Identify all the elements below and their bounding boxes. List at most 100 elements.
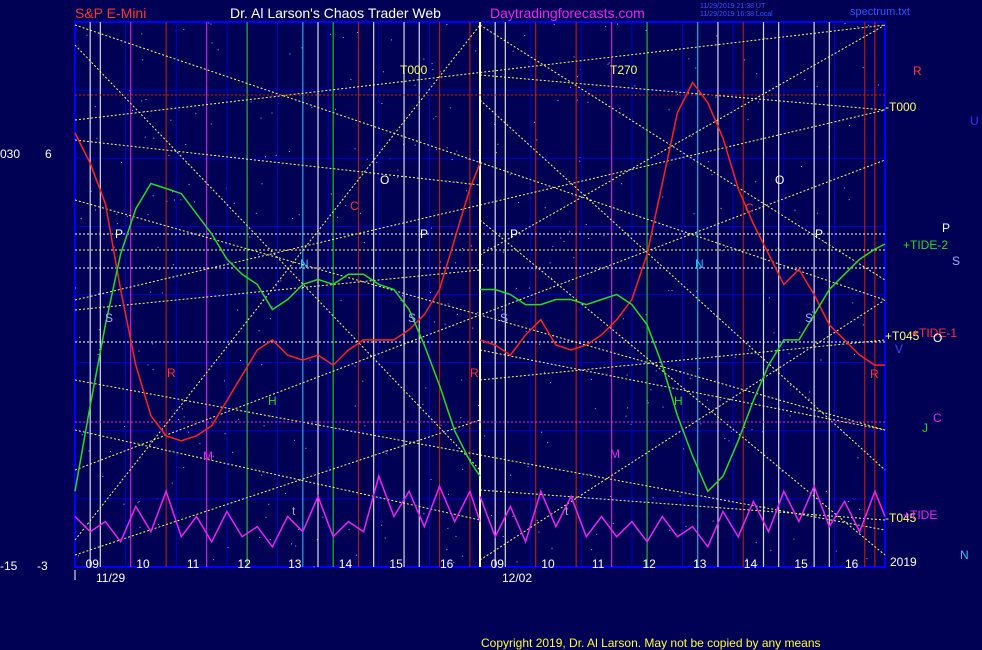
star-dot: [157, 246, 159, 248]
star-dot: [124, 426, 126, 428]
star-dot: [322, 516, 324, 518]
star-dot: [348, 529, 350, 530]
star-dot: [141, 100, 143, 102]
star-dot: [650, 389, 652, 391]
star-dot: [690, 135, 692, 137]
star-dot: [345, 204, 347, 206]
star-dot: [151, 343, 153, 345]
star-dot: [260, 117, 262, 119]
star-dot: [528, 287, 530, 289]
star-dot: [259, 536, 261, 538]
star-dot: [768, 297, 770, 299]
star-dot: [94, 106, 96, 108]
star-dot: [552, 245, 554, 247]
hour-label: 14: [744, 557, 758, 571]
star-dot: [121, 161, 122, 163]
star-dot: [431, 227, 432, 229]
star-dot: [747, 119, 749, 121]
star-dot: [183, 467, 185, 469]
timestamp-local: 11/29/2019 16:38 Local: [700, 11, 773, 18]
star-dot: [801, 166, 802, 168]
star-dot: [626, 374, 628, 376]
planet-label: R: [470, 366, 479, 380]
star-dot: [497, 143, 499, 145]
star-dot: [449, 107, 451, 109]
star-dot: [770, 549, 772, 551]
right-label: +TIDE-2: [903, 238, 948, 252]
star-dot: [524, 35, 526, 37]
star-dot: [75, 287, 77, 289]
star-dot: [268, 503, 270, 505]
star-dot: [587, 101, 589, 103]
hour-label: 09: [86, 557, 100, 571]
star-dot: [509, 174, 511, 176]
left-axis-tick: -15: [0, 559, 18, 573]
star-dot: [668, 109, 670, 111]
star-dot: [173, 199, 175, 201]
star-dot: [719, 399, 721, 401]
star-dot: [138, 501, 140, 502]
star-dot: [789, 415, 791, 417]
star-dot: [721, 250, 723, 252]
left-axis-tick: 6: [45, 147, 52, 161]
star-dot: [126, 215, 128, 217]
star-dot: [576, 99, 578, 101]
right-label: V: [895, 342, 903, 356]
star-dot: [381, 103, 383, 104]
star-dot: [446, 147, 448, 149]
star-dot: [622, 318, 624, 320]
planet-label: M: [610, 447, 620, 461]
star-dot: [553, 23, 555, 25]
left-axis-tick: -3: [37, 559, 48, 573]
star-dot: [510, 474, 512, 476]
star-dot: [384, 450, 386, 452]
star-dot: [490, 515, 492, 517]
star-dot: [706, 399, 708, 401]
right-label: U: [970, 114, 979, 128]
star-dot: [440, 261, 442, 263]
star-dot: [809, 391, 811, 393]
star-dot: [460, 417, 462, 419]
star-dot: [794, 209, 796, 211]
star-dot: [693, 213, 695, 215]
star-dot: [781, 470, 783, 472]
star-dot: [444, 323, 446, 325]
star-dot: [764, 37, 766, 39]
star-dot: [560, 237, 562, 239]
star-dot: [172, 264, 174, 266]
chaos-trader-chart: S&P E-Mini Dr. Al Larson's Chaos Trader …: [0, 0, 982, 650]
star-dot: [342, 37, 344, 38]
planet-label: N: [695, 257, 704, 271]
star-dot: [724, 438, 726, 440]
planet-label: H: [268, 394, 277, 408]
star-dot: [354, 405, 356, 407]
star-dot: [844, 434, 846, 436]
star-dot: [250, 101, 252, 103]
right-label: J: [922, 421, 928, 435]
star-dot: [390, 39, 392, 41]
star-dot: [456, 150, 458, 152]
site-link[interactable]: Daytradingforecasts.com: [490, 5, 645, 21]
star-dot: [414, 144, 416, 146]
star-dot: [116, 223, 118, 225]
star-dot: [432, 69, 434, 70]
star-dot: [647, 402, 649, 404]
planet-label: C: [350, 199, 359, 213]
star-dot: [645, 314, 647, 316]
star-dot: [588, 238, 590, 239]
star-dot: [238, 418, 240, 420]
star-dot: [456, 313, 458, 315]
star-dot: [748, 349, 749, 351]
star-dot: [525, 331, 527, 333]
star-dot: [269, 318, 271, 320]
star-dot: [461, 379, 463, 381]
star-dot: [335, 108, 336, 110]
star-dot: [435, 115, 437, 117]
star-dot: [448, 493, 449, 495]
spectrum-file: spectrum.txt: [850, 6, 910, 18]
planet-label: M: [203, 449, 213, 463]
star-dot: [466, 190, 468, 192]
star-dot: [446, 549, 448, 551]
star-dot: [695, 67, 697, 69]
star-dot: [547, 442, 549, 444]
